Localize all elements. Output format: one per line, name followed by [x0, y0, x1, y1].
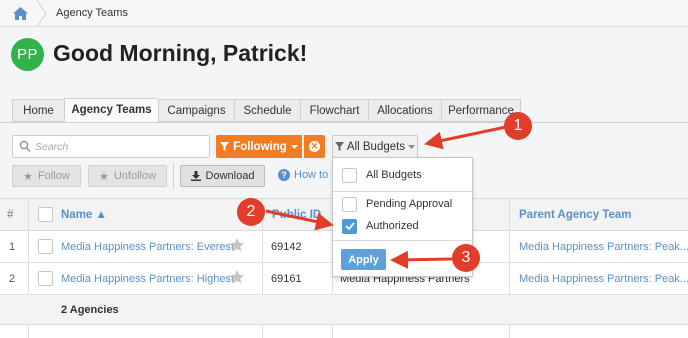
dropdown-divider [333, 191, 472, 192]
table-footer: 2 Agencies [0, 295, 688, 325]
all-budgets-button[interactable]: All Budgets [332, 135, 418, 158]
star-icon: ★ [23, 170, 34, 183]
following-label: Following [233, 140, 287, 153]
row-number: 2 [9, 273, 16, 285]
budget-option-all[interactable]: All Budgets [342, 166, 422, 184]
download-icon [190, 171, 201, 181]
following-filter-button[interactable]: Following [216, 135, 302, 158]
row-checkbox[interactable] [38, 239, 53, 254]
dropdown-divider [333, 240, 472, 241]
agency-count: 2 Agencies [61, 304, 119, 316]
search-box[interactable] [12, 135, 210, 158]
top-bar: Agency Teams [0, 0, 688, 27]
all-budgets-label: All Budgets [346, 140, 406, 153]
column-header-parent-agency-team[interactable]: Parent Agency Team [519, 209, 631, 221]
filter-icon [220, 142, 230, 151]
toolbar-divider [173, 163, 174, 189]
tab-campaigns[interactable]: Campaigns [158, 99, 234, 122]
tab-divider [0, 122, 688, 123]
clear-following-button[interactable]: ✕ [304, 135, 325, 158]
main-tabs: Home Agency Teams Campaigns Schedule Flo… [12, 98, 521, 122]
tab-home[interactable]: Home [12, 99, 64, 122]
search-icon [19, 140, 31, 153]
checkmark-icon [344, 222, 355, 230]
callout-badge: 3 [452, 244, 480, 272]
star-icon: ★ [98, 170, 109, 183]
download-label: Download [205, 170, 255, 182]
avatar: PP [11, 38, 44, 71]
follow-button[interactable]: ★ Follow [12, 165, 81, 187]
option-checkbox-checked[interactable] [342, 218, 357, 234]
column-header-name[interactable]: Name ▲ [61, 209, 107, 221]
option-label: All Budgets [366, 169, 422, 181]
row-number: 1 [9, 241, 16, 253]
star-icon[interactable] [229, 237, 245, 253]
annotation-arrow-1 [424, 125, 507, 150]
option-label: Authorized [366, 220, 419, 232]
option-checkbox[interactable] [342, 167, 357, 183]
column-header-public-id[interactable]: Public ID [272, 209, 321, 221]
breadcrumb-separator [36, 0, 47, 27]
unfollow-button[interactable]: ★ Unfollow [88, 165, 167, 187]
caret-down-icon [408, 144, 416, 149]
callout-badge: 2 [237, 198, 265, 226]
star-icon[interactable] [229, 269, 245, 285]
parent-agency-link[interactable]: Media Happiness Partners: Peak... [519, 241, 688, 253]
close-icon: ✕ [309, 141, 320, 152]
public-id-cell: 69142 [271, 241, 302, 253]
page-title: Good Morning, Patrick! [53, 40, 308, 66]
help-icon: ? [278, 169, 290, 181]
select-all-checkbox[interactable] [38, 207, 53, 222]
public-id-cell: 69161 [271, 273, 302, 285]
follow-label: Follow [38, 170, 70, 182]
home-icon [12, 7, 28, 20]
tab-flowchart[interactable]: Flowchart [300, 99, 368, 122]
row-checkbox[interactable] [38, 271, 53, 286]
agency-name-link[interactable]: Media Happiness Partners: Highest [61, 273, 234, 285]
filter-icon [334, 142, 344, 151]
unfollow-label: Unfollow [113, 170, 157, 182]
apply-button[interactable]: Apply [341, 249, 386, 270]
tab-allocations[interactable]: Allocations [368, 99, 441, 122]
breadcrumb-current[interactable]: Agency Teams [56, 7, 128, 19]
budget-option-authorized[interactable]: Authorized [342, 217, 419, 235]
option-label: Pending Approval [366, 198, 453, 210]
tab-agency-teams[interactable]: Agency Teams [64, 98, 158, 122]
caret-down-icon [290, 144, 298, 149]
agency-name-link[interactable]: Media Happiness Partners: Everest [61, 241, 234, 253]
parent-agency-link[interactable]: Media Happiness Partners: Peak... [519, 273, 688, 285]
callout-badge: 1 [504, 112, 532, 140]
download-button[interactable]: Download [180, 165, 265, 187]
budget-option-pending-approval[interactable]: Pending Approval [342, 195, 452, 213]
search-input[interactable] [35, 138, 205, 155]
column-header-number: # [7, 209, 14, 221]
option-checkbox[interactable] [342, 196, 357, 212]
tab-schedule[interactable]: Schedule [234, 99, 300, 122]
home-button[interactable] [0, 0, 40, 27]
